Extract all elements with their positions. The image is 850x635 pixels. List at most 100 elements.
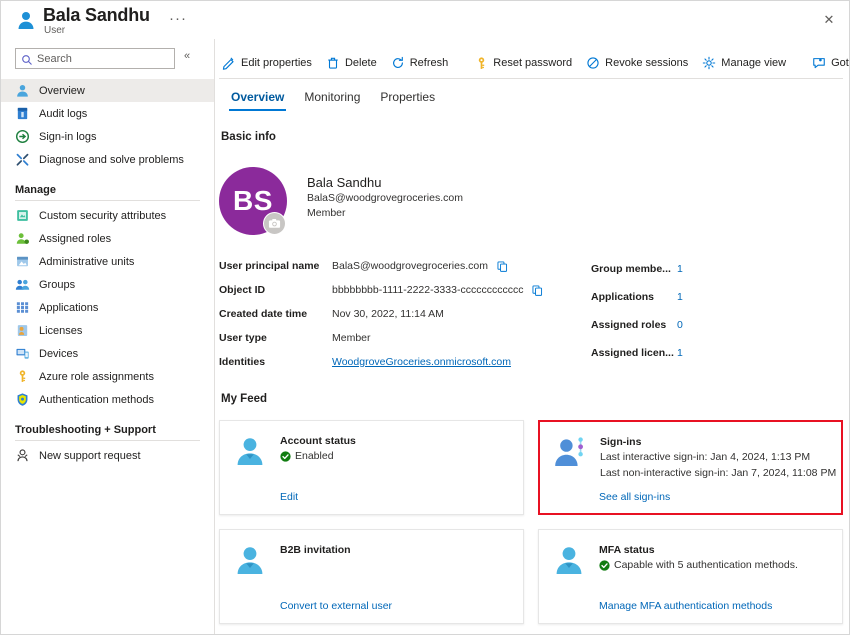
command-refresh[interactable]: Refresh: [384, 50, 456, 76]
person-icon: [234, 545, 266, 575]
card-link[interactable]: Edit: [280, 491, 298, 503]
sidebar-item-diagnose-and-solve-problems[interactable]: Diagnose and solve problems: [1, 148, 214, 171]
sidebar-item-licenses[interactable]: Licenses: [1, 319, 214, 342]
command-manage-view[interactable]: Manage view: [695, 50, 793, 76]
property-value: Member: [332, 332, 371, 344]
assigned-roles-icon: [15, 231, 30, 246]
stat-row-assigned-licen: Assigned licen...1: [591, 339, 841, 367]
property-row-identities: IdentitiesWoodgroveGroceries.onmicrosoft…: [219, 350, 559, 374]
property-row-user-principal-name: User principal nameBalaS@woodgrovegrocer…: [219, 254, 559, 278]
stat-row-group-membe: Group membe...1: [591, 255, 841, 283]
card-sign-ins[interactable]: Sign-ins Last interactive sign-in: Jan 4,…: [538, 420, 843, 515]
card-link[interactable]: See all sign-ins: [599, 491, 670, 503]
search-icon: [21, 53, 33, 65]
card-body: Sign-ins Last interactive sign-in: Jan 4,…: [600, 436, 827, 479]
sidebar-item-custom-security-attributes[interactable]: Custom security attributes: [1, 204, 214, 227]
sidebar-item-assigned-roles[interactable]: Assigned roles: [1, 227, 214, 250]
command-label: Delete: [345, 57, 377, 69]
basic-info-heading: Basic info: [221, 131, 276, 143]
card-title: Sign-ins: [600, 436, 827, 448]
pencil-icon: [222, 56, 236, 70]
page-title: Bala Sandhu: [43, 5, 150, 26]
command-delete[interactable]: Delete: [319, 50, 384, 76]
sidebar-item-sign-in-logs[interactable]: Sign-in logs: [1, 125, 214, 148]
sidebar-item-applications[interactable]: Applications: [1, 296, 214, 319]
sidebar-item-label: Administrative units: [39, 256, 134, 268]
card-account-status[interactable]: Account statusEnabledEdit: [219, 420, 524, 515]
stat-value[interactable]: 1: [677, 347, 683, 359]
sidebar-item-audit-logs[interactable]: Audit logs: [1, 102, 214, 125]
stat-value[interactable]: 0: [677, 319, 683, 331]
licenses-icon: [15, 323, 30, 338]
profile-usertype: Member: [307, 207, 346, 219]
sidebar-group-title: Troubleshooting + Support: [15, 424, 200, 440]
profile-email: BalaS@woodgrovegroceries.com: [307, 192, 463, 204]
property-list: User principal nameBalaS@woodgrovegrocer…: [219, 254, 559, 374]
tab-monitoring[interactable]: Monitoring: [294, 86, 370, 111]
person-icon: [234, 436, 266, 466]
command-edit-properties[interactable]: Edit properties: [215, 50, 319, 76]
card-link[interactable]: Convert to external user: [280, 600, 392, 612]
command-label: Refresh: [410, 57, 449, 69]
card-line-text: Last interactive sign-in: Jan 4, 2024, 1…: [600, 451, 810, 463]
command-label: Got feedback?: [831, 57, 849, 69]
stat-value[interactable]: 1: [677, 263, 683, 275]
card-link[interactable]: Manage MFA authentication methods: [599, 600, 772, 612]
command-label: Reset password: [493, 57, 572, 69]
command-revoke-sessions[interactable]: Revoke sessions: [579, 50, 695, 76]
applications-icon: [15, 300, 30, 315]
collapse-sidebar-icon[interactable]: «: [184, 50, 190, 62]
attribute-icon: [15, 208, 30, 223]
sidebar-item-overview[interactable]: Overview: [1, 79, 214, 102]
signin-person-icon: [554, 437, 586, 467]
shield-icon: [15, 392, 30, 407]
card-line: Enabled: [280, 450, 509, 462]
card-line-text: Enabled: [295, 450, 334, 462]
sidebar-item-label: Assigned roles: [39, 233, 111, 245]
card-line: Last non-interactive sign-in: Jan 7, 202…: [600, 467, 827, 479]
card-mfa-status[interactable]: MFA statusCapable with 5 authentication …: [538, 529, 843, 624]
copy-icon[interactable]: [531, 284, 544, 297]
person-icon: [553, 545, 585, 575]
command-label: Edit properties: [241, 57, 312, 69]
search-input[interactable]: [37, 49, 171, 68]
divider: [15, 440, 200, 441]
sidebar-group-title: Manage: [15, 184, 200, 200]
sidebar-item-devices[interactable]: Devices: [1, 342, 214, 365]
sidebar-item-label: Sign-in logs: [39, 131, 96, 143]
sidebar-item-authentication-methods[interactable]: Authentication methods: [1, 388, 214, 411]
refresh-icon: [391, 56, 405, 70]
sidebar-item-azure-role-assignments[interactable]: Azure role assignments: [1, 365, 214, 388]
support-icon: [15, 448, 30, 463]
property-row-user-type: User typeMember: [219, 326, 559, 350]
stat-value[interactable]: 1: [677, 291, 683, 303]
sidebar-item-new-support-request[interactable]: New support request: [1, 444, 214, 467]
profile-name: Bala Sandhu: [307, 175, 381, 190]
gear-icon: [702, 56, 716, 70]
command-got-feedback[interactable]: Got feedback?: [805, 50, 849, 76]
divider: [15, 200, 200, 201]
camera-icon[interactable]: [263, 212, 286, 235]
tab-properties[interactable]: Properties: [370, 86, 445, 111]
command-bar: Edit properties Delete Refresh Reset passwo…: [215, 49, 849, 77]
card-b2b-invitation[interactable]: B2B invitationConvert to external user: [219, 529, 524, 624]
key-icon: [474, 56, 488, 70]
stat-label: Assigned roles: [591, 319, 677, 331]
tab-strip: OverviewMonitoringProperties: [221, 86, 445, 111]
command-reset-password[interactable]: Reset password: [467, 50, 579, 76]
sidebar-item-label: Overview: [39, 85, 85, 97]
sidebar-item-label: Diagnose and solve problems: [39, 154, 184, 166]
copy-icon[interactable]: [496, 260, 509, 273]
sidebar: « Overview Audit logs Sign-in logs Diagnose…: [1, 39, 215, 635]
sidebar-item-administrative-units[interactable]: Administrative units: [1, 250, 214, 273]
block-icon: [586, 56, 600, 70]
more-options-icon[interactable]: ···: [169, 10, 187, 27]
property-value[interactable]: WoodgroveGroceries.onmicrosoft.com: [332, 356, 511, 368]
property-key: Created date time: [219, 308, 332, 320]
close-icon[interactable]: ✕: [817, 8, 841, 32]
sidebar-item-label: Authentication methods: [39, 394, 154, 406]
sidebar-item-groups[interactable]: Groups: [1, 273, 214, 296]
avatar-block: BS: [219, 167, 295, 237]
tab-overview[interactable]: Overview: [221, 86, 294, 111]
search-box[interactable]: [15, 48, 175, 69]
